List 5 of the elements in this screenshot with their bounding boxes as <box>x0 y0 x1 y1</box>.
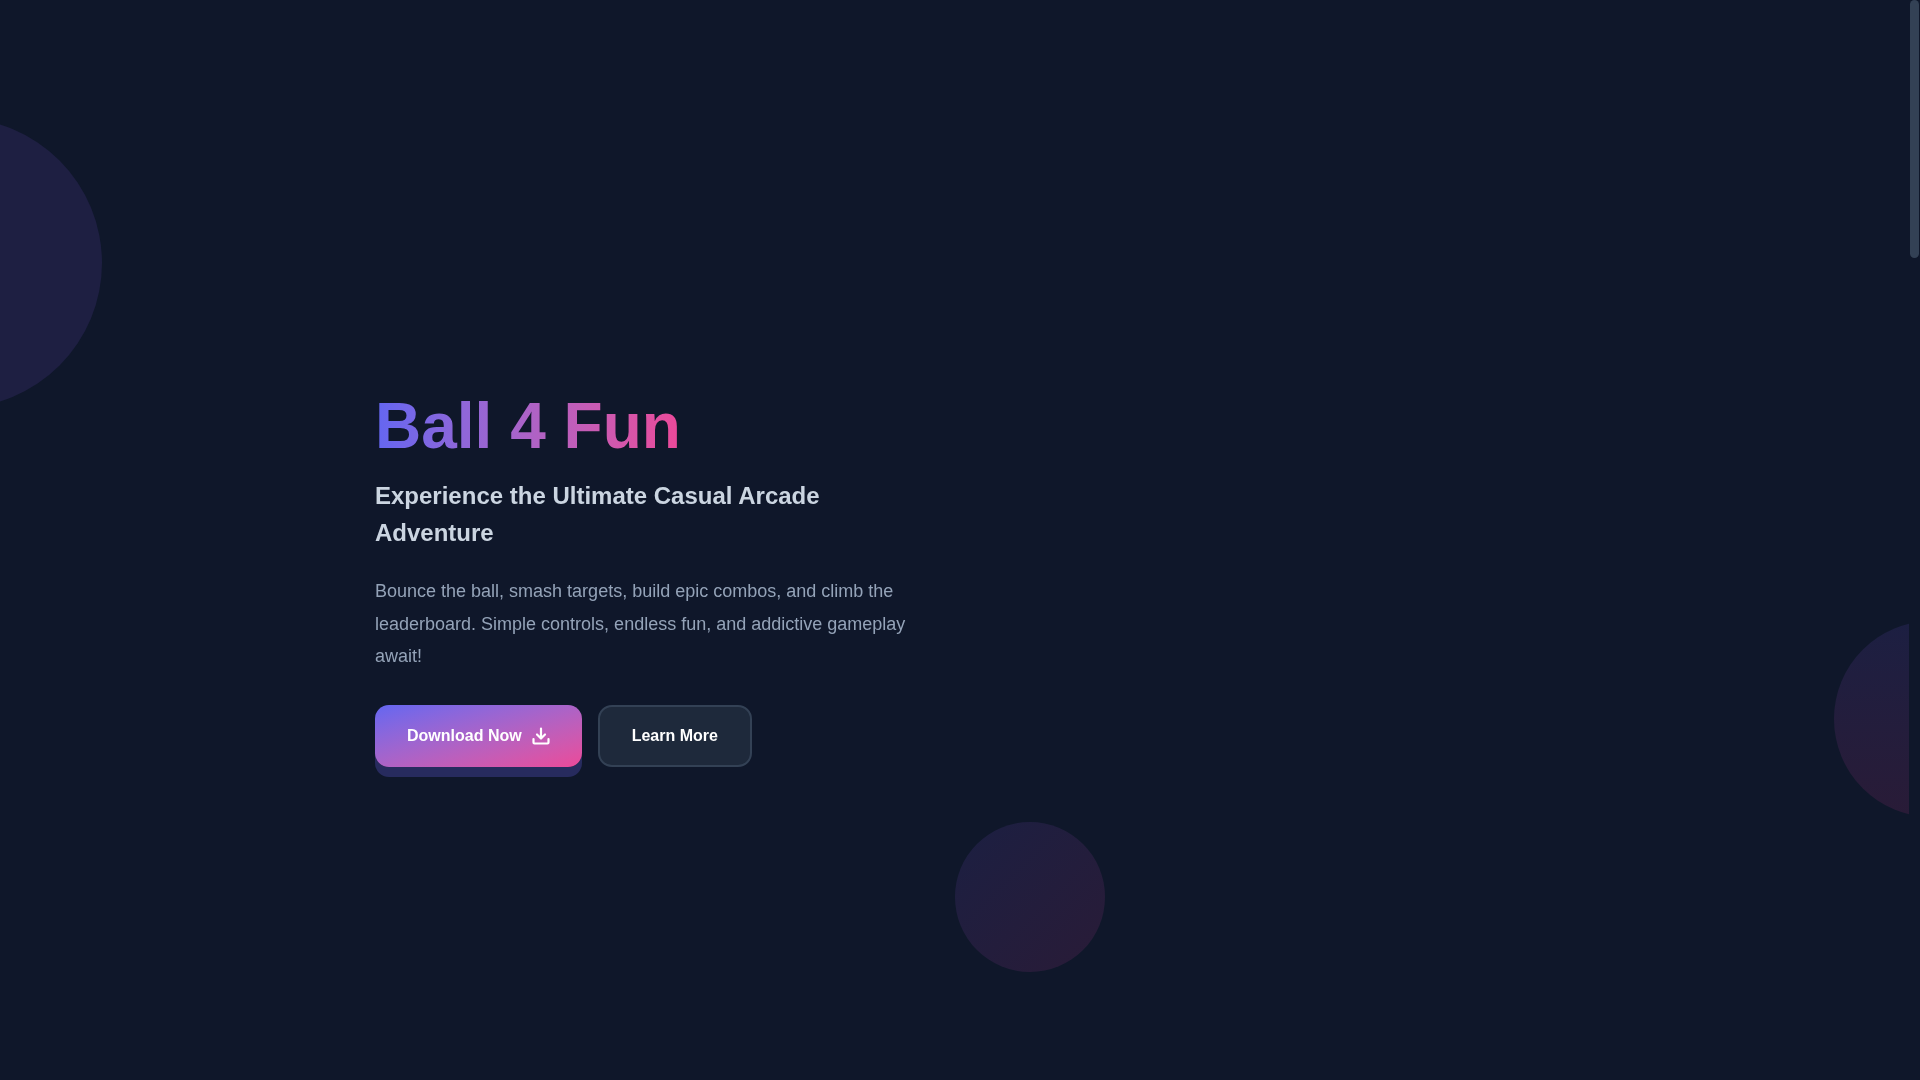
hero-subtitle: Experience the Ultimate Casual Arcade Adventure <box>375 481 821 549</box>
learn-more-button[interactable]: Learn More <box>597 704 752 767</box>
hero-description: Bounce the ball, smash targets, build epic combos, and climb the leaderboard. Simple controls, endless fun, and addictive gameplay await! <box>375 580 907 669</box>
scrollbar-thumb[interactable] <box>1910 0 1919 258</box>
download-icon <box>531 726 550 745</box>
